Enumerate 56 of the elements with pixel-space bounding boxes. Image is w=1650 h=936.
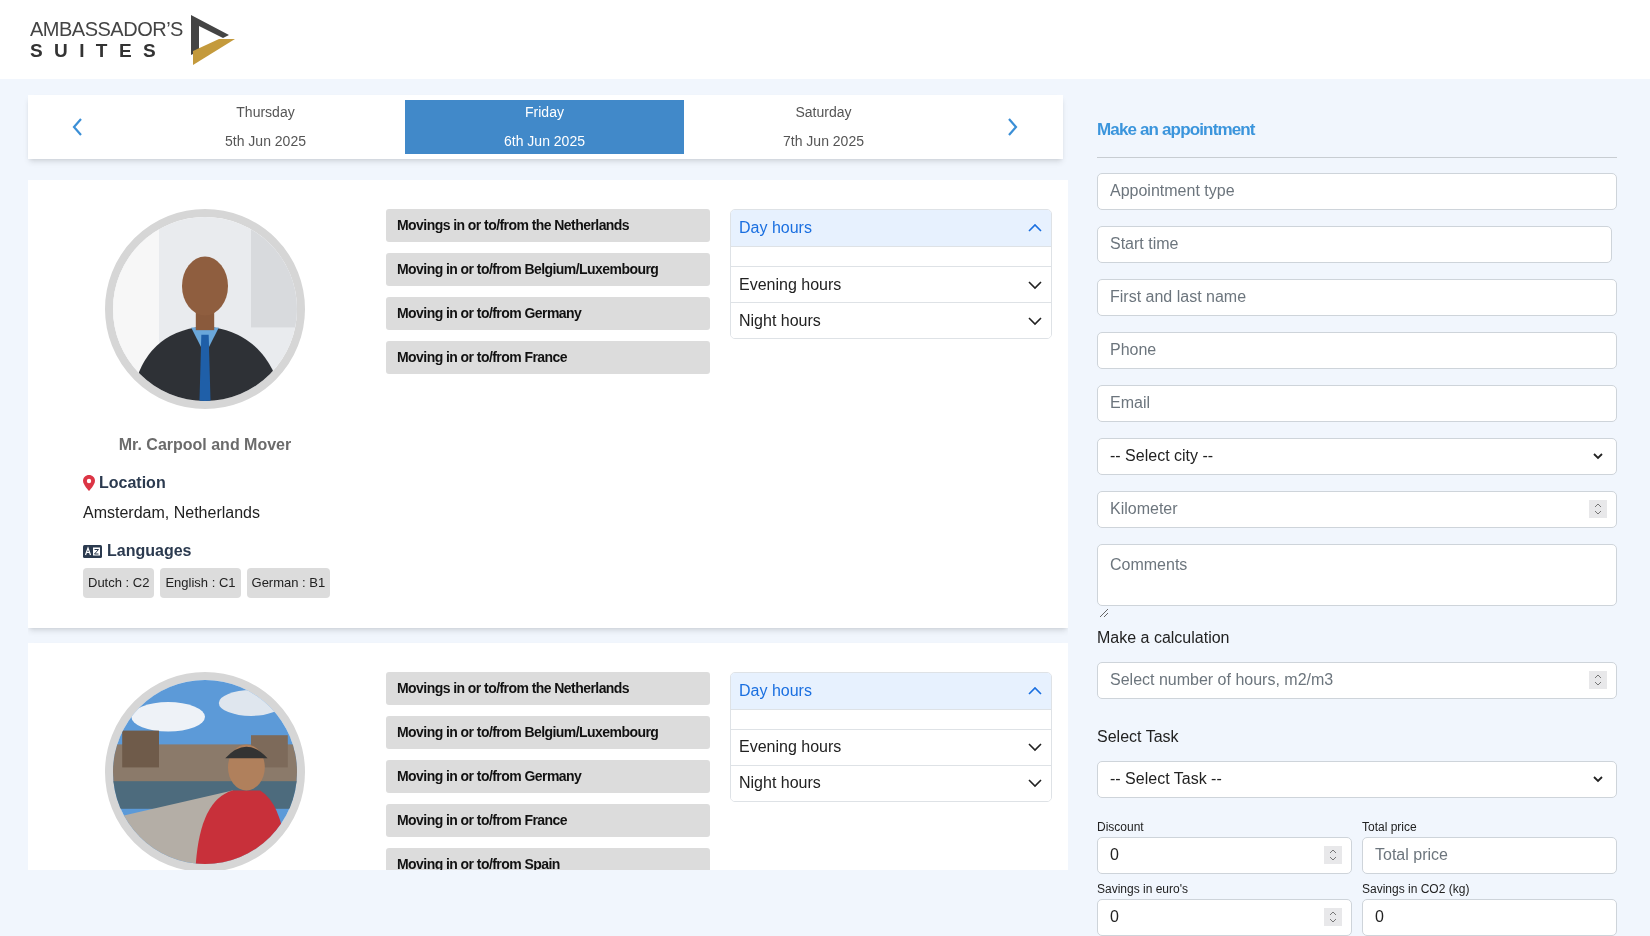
service-button[interactable]: Moving in or to/from Germany bbox=[386, 759, 710, 793]
chevron-up-icon bbox=[1027, 222, 1043, 234]
caret-down-icon bbox=[1592, 452, 1604, 460]
chevron-down-icon bbox=[1027, 777, 1043, 789]
logo-text: AMBASSADOR’S bbox=[30, 19, 183, 39]
service-button[interactable]: Movings in or to/from the Netherlands bbox=[386, 671, 710, 705]
input-field[interactable]: Total price bbox=[1362, 836, 1617, 874]
chevron-left-icon bbox=[71, 117, 83, 137]
location-text: Amsterdam, Netherlands bbox=[83, 503, 261, 523]
languages-label: Languages bbox=[107, 541, 192, 561]
input-field[interactable]: Appointment type bbox=[1097, 172, 1617, 210]
accordion-header[interactable]: Night hours bbox=[731, 302, 1051, 338]
location-pin-icon bbox=[83, 475, 95, 491]
chevron-up-icon bbox=[1027, 684, 1043, 697]
accordion-header[interactable]: Night hours bbox=[731, 764, 1051, 801]
field-label: Savings in CO2 (kg) bbox=[1362, 881, 1471, 896]
accordion-header[interactable]: Day hours bbox=[731, 672, 1051, 709]
input-field[interactable]: 0 bbox=[1362, 898, 1617, 936]
input-field[interactable]: Select number of hours, m2/m3 bbox=[1097, 661, 1617, 699]
input-field[interactable]: Kilometer bbox=[1097, 490, 1617, 528]
field-label: Discount bbox=[1097, 819, 1145, 834]
service-button[interactable]: Moving in or to/from France bbox=[386, 803, 710, 837]
chevron-right-icon bbox=[1006, 117, 1019, 137]
section-heading: Make a calculation bbox=[1097, 627, 1231, 648]
service-button[interactable]: Movings in or to/from the Netherlands bbox=[386, 209, 710, 242]
input-field[interactable]: 0 bbox=[1097, 836, 1352, 874]
language-tag: German : B1 bbox=[246, 568, 331, 598]
input-field[interactable]: Start time bbox=[1097, 225, 1612, 263]
chevron-down-icon bbox=[1027, 278, 1043, 291]
caret-down-icon bbox=[1592, 775, 1604, 783]
comments-field[interactable]: Comments bbox=[1097, 543, 1617, 606]
input-field[interactable]: Phone bbox=[1097, 331, 1617, 369]
service-button[interactable]: Moving in or to/from Belgium/Luxembourg bbox=[386, 715, 710, 749]
select-dropdown[interactable]: -- Select Task -- bbox=[1097, 760, 1617, 798]
service-button[interactable]: Moving in or to/from Germany bbox=[386, 297, 710, 330]
field-label: Savings in euro's bbox=[1097, 881, 1189, 896]
form-title: Make an appointment bbox=[1097, 119, 1257, 141]
logo-icon bbox=[188, 14, 235, 65]
select-dropdown[interactable]: -- Select city -- bbox=[1097, 437, 1617, 475]
field-label: Select Task bbox=[1097, 726, 1180, 747]
chevron-down-icon bbox=[1027, 314, 1043, 327]
logo-text: SUITES bbox=[30, 41, 169, 60]
language-tag: English : C1 bbox=[160, 568, 241, 598]
service-button[interactable]: Moving in or to/from Belgium/Luxembourg bbox=[386, 253, 710, 286]
input-field[interactable]: 0 bbox=[1097, 898, 1352, 936]
chevron-down-icon bbox=[1027, 741, 1043, 753]
provider-name: Mr. Carpool and Mover bbox=[117, 435, 293, 455]
input-field[interactable]: Email bbox=[1097, 384, 1617, 422]
accordion-header[interactable]: Day hours bbox=[731, 210, 1051, 246]
location-label: Location bbox=[99, 473, 166, 493]
service-button[interactable]: Moving in or to/from France bbox=[386, 341, 710, 374]
language-tag: Dutch : C2 bbox=[83, 568, 155, 598]
day-tab[interactable]: Friday 6th Jun 2025 bbox=[405, 100, 684, 154]
field-label: Total price bbox=[1362, 819, 1418, 834]
language-icon bbox=[83, 544, 102, 558]
input-field[interactable]: First and last name bbox=[1097, 278, 1617, 316]
